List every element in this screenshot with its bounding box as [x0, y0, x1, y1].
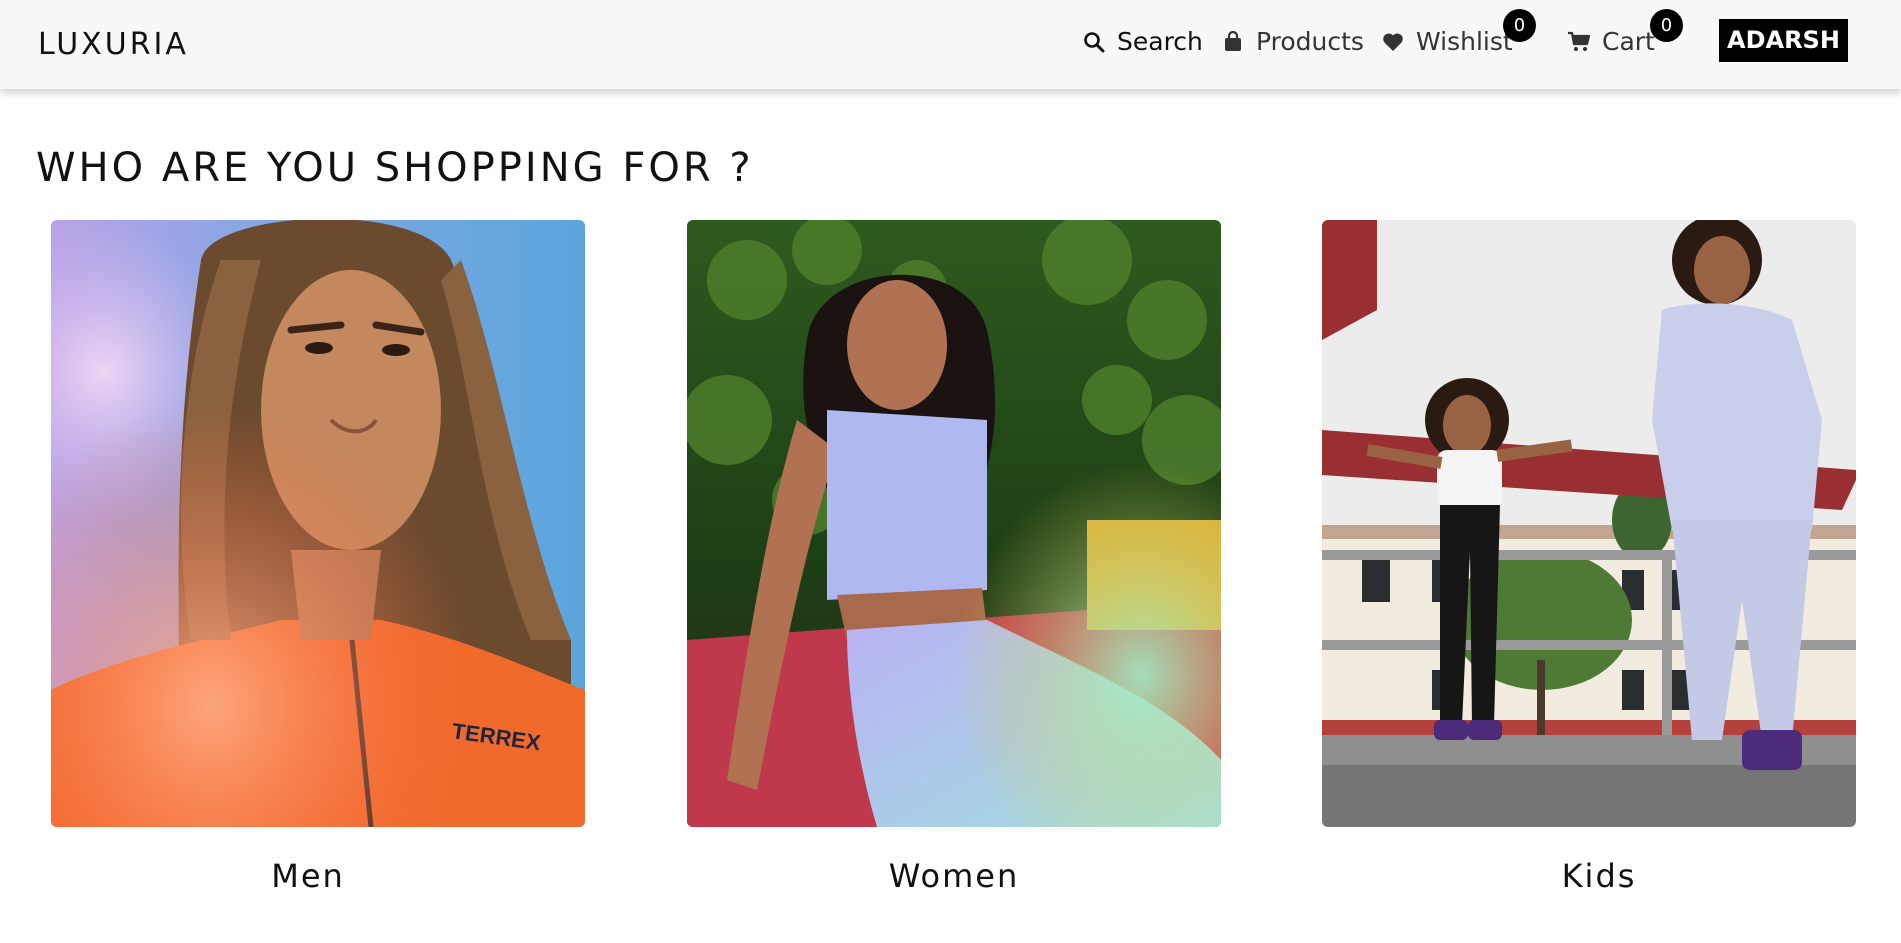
user-account-button[interactable]: ADARSH: [1719, 19, 1848, 62]
shopping-bag-icon: [1220, 29, 1246, 55]
photo-man-orange-jacket[interactable]: TERREX: [51, 220, 585, 827]
photo-woman-lavender-set[interactable]: [687, 220, 1221, 827]
cart-count-badge: 0: [1650, 9, 1683, 42]
cart-icon: [1566, 29, 1592, 55]
nav-wishlist[interactable]: Wishlist 0: [1380, 9, 1536, 60]
category-card-women[interactable]: Women: [687, 220, 1221, 895]
nav-cart[interactable]: Cart 0: [1566, 9, 1683, 60]
nav-products-label: Products: [1256, 27, 1364, 56]
brand-logo[interactable]: LUXURIA: [38, 27, 189, 63]
top-navbar: LUXURIA Search Products Wishlist 0 Cart …: [0, 0, 1901, 89]
search-icon: [1081, 29, 1107, 55]
category-label-kids: Kids: [1561, 857, 1637, 895]
nav-cart-label: Cart: [1602, 27, 1655, 56]
category-card-men[interactable]: TERREX Men: [51, 220, 585, 895]
photo-kids-playground[interactable]: [1322, 220, 1856, 827]
page-title: WHO ARE YOU SHOPPING FOR ?: [36, 145, 754, 191]
category-card-kids[interactable]: Kids: [1322, 220, 1856, 895]
category-label-women: Women: [888, 857, 1020, 895]
heart-icon: [1380, 29, 1406, 55]
category-label-men: Men: [271, 857, 345, 895]
nav-products[interactable]: Products: [1220, 24, 1364, 60]
wishlist-count-badge: 0: [1503, 9, 1536, 42]
nav-search[interactable]: Search: [1081, 24, 1203, 60]
nav-search-label: Search: [1117, 27, 1203, 56]
nav-wishlist-label: Wishlist: [1416, 27, 1513, 56]
